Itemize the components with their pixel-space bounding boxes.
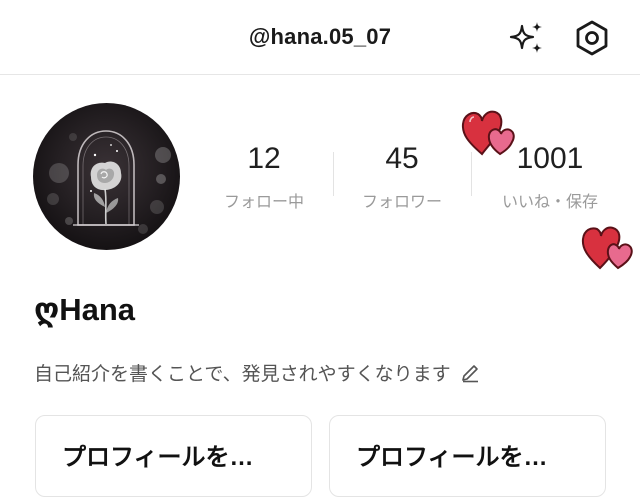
stat-label: フォロワー [361, 194, 442, 211]
hexagon-settings-icon [576, 20, 608, 56]
heart-sticker-icon [461, 110, 515, 156]
display-name: ღHana [34, 292, 136, 327]
bio-edit-prompt[interactable]: 自己紹介を書くことで、発見されやすくなります [34, 359, 481, 386]
bio-placeholder: 自己紹介を書くことで、発見されやすくなります [34, 364, 451, 385]
sparkle-icon [509, 22, 542, 53]
stat-label: いいね・保存 [501, 194, 598, 211]
top-bar: @hana.05_07 [0, 0, 640, 75]
stats-row: 12 フォロー中 45 フォロワー 1001 いいね・保存 [0, 140, 640, 220]
divider [333, 152, 334, 196]
sparkle-button[interactable] [506, 18, 546, 58]
card-title: プロフィールを… [62, 444, 254, 471]
heart-sticker-icon [581, 226, 633, 270]
stat-followers[interactable]: 45 フォロワー [348, 140, 456, 212]
profile-card[interactable]: プロフィールを… [329, 415, 606, 497]
stat-value: 12 [247, 142, 281, 175]
stat-value: 45 [385, 142, 419, 175]
settings-button[interactable] [572, 18, 612, 58]
pencil-icon [461, 364, 478, 382]
profile-card[interactable]: プロフィールを… [35, 415, 312, 497]
stat-label: フォロー中 [223, 194, 304, 211]
stat-following[interactable]: 12 フォロー中 [212, 140, 316, 212]
card-title: プロフィールを… [356, 444, 548, 471]
